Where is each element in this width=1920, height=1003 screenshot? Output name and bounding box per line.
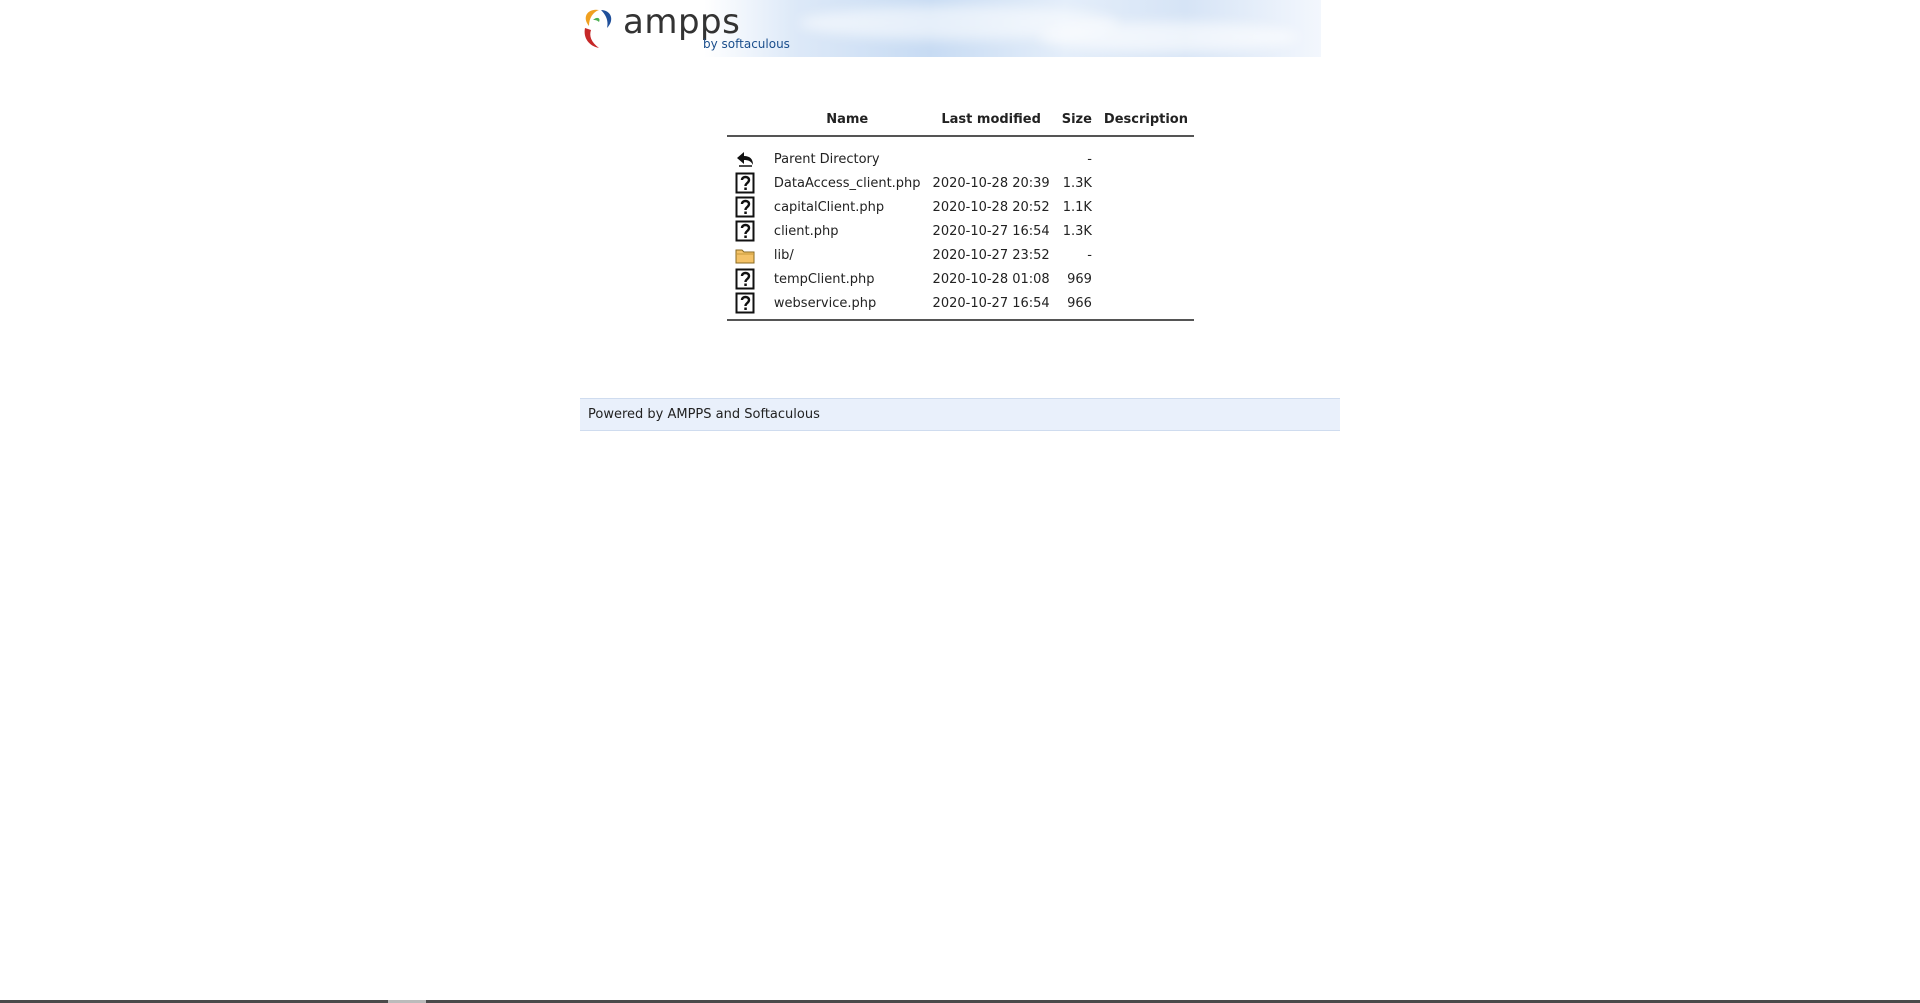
file-name-cell: capitalClient.php (768, 195, 927, 219)
footer-and: and (711, 407, 745, 422)
file-name-cell: lib/ (768, 243, 927, 267)
table-row: tempClient.php 2020-10-28 01:08 969 (727, 267, 1194, 291)
unknown-file-icon (735, 220, 755, 242)
size-cell: - (1087, 151, 1092, 167)
file-link[interactable]: client.php (774, 224, 839, 239)
last-modified-cell: 2020-10-28 20:52 (932, 199, 1050, 215)
file-name-cell: tempClient.php (768, 267, 927, 291)
sort-by-date-link[interactable]: Last modified (941, 112, 1041, 127)
table-row: Parent Directory - (727, 147, 1194, 171)
table-row: DataAccess_client.php 2020-10-28 20:39 1.3… (727, 171, 1194, 195)
description-cell (1098, 171, 1194, 195)
footer-prefix: Powered by (588, 407, 668, 422)
logo-text: ampps (623, 2, 741, 42)
row-icon-cell (727, 171, 768, 195)
file-name-cell: DataAccess_client.php (768, 171, 927, 195)
description-cell (1098, 219, 1194, 243)
last-modified-cell: 2020-10-28 20:39 (932, 175, 1050, 191)
file-link[interactable]: Parent Directory (774, 152, 880, 167)
ampps-logo-icon (584, 9, 612, 48)
size-cell: 1.3K (1062, 223, 1092, 239)
table-row: client.php 2020-10-27 16:54 1.3K (727, 219, 1194, 243)
file-link[interactable]: lib/ (774, 248, 794, 263)
unknown-file-icon (735, 196, 755, 218)
description-cell (1098, 195, 1194, 219)
file-link[interactable]: DataAccess_client.php (774, 176, 921, 191)
size-column-header[interactable]: Size (1056, 106, 1098, 135)
page: ampps by softaculous Name Last modified … (0, 0, 1920, 1003)
unknown-file-icon (735, 292, 755, 314)
row-icon-cell (727, 195, 768, 219)
size-cell: 969 (1067, 271, 1092, 287)
powered-by-footer: Powered by AMPPS and Softaculous (580, 398, 1340, 431)
ampps-link[interactable]: AMPPS (667, 407, 711, 422)
size-cell: 1.3K (1062, 175, 1092, 191)
row-icon-cell (727, 243, 768, 267)
header-banner: ampps by softaculous (569, 0, 1321, 57)
description-cell (1098, 291, 1194, 315)
row-icon-cell (727, 219, 768, 243)
last-modified-cell: 2020-10-28 01:08 (932, 271, 1050, 287)
back-arrow-icon (735, 148, 755, 170)
file-name-cell: webservice.php (768, 291, 927, 315)
description-cell (1098, 147, 1194, 171)
unknown-file-icon (735, 268, 755, 290)
sort-by-description-link[interactable]: Description (1104, 112, 1188, 127)
sort-by-name-link[interactable]: Name (826, 112, 868, 127)
last-modified-cell: 2020-10-27 23:52 (932, 247, 1050, 263)
row-icon-cell (727, 147, 768, 171)
folder-icon (735, 244, 755, 266)
table-row: webservice.php 2020-10-27 16:54 966 (727, 291, 1194, 315)
last-modified-cell: 2020-10-27 16:54 (932, 295, 1050, 311)
icon-column-header (727, 106, 768, 135)
table-row: capitalClient.php 2020-10-28 20:52 1.1K (727, 195, 1194, 219)
footer-divider (727, 319, 1194, 321)
description-column-header[interactable]: Description (1098, 106, 1194, 135)
name-column-header[interactable]: Name (768, 106, 927, 135)
softaculous-link[interactable]: Softaculous (744, 407, 820, 422)
unknown-file-icon (735, 172, 755, 194)
size-cell: - (1087, 247, 1092, 263)
file-link[interactable]: capitalClient.php (774, 200, 884, 215)
last-modified-column-header[interactable]: Last modified (927, 106, 1056, 135)
directory-listing: Name Last modified Size Description Pare… (727, 106, 1194, 321)
file-name-cell: client.php (768, 219, 927, 243)
size-cell: 966 (1067, 295, 1092, 311)
row-icon-cell (727, 267, 768, 291)
listing-body: Parent Directory - DataAccess_client.php 20… (727, 147, 1194, 315)
file-name-cell: Parent Directory (768, 147, 927, 171)
last-modified-cell: 2020-10-27 16:54 (932, 223, 1050, 239)
file-link[interactable]: tempClient.php (774, 272, 875, 287)
table-row: lib/2020-10-27 23:52 - (727, 243, 1194, 267)
last-modified-cell (927, 147, 1056, 171)
sort-by-size-link[interactable]: Size (1062, 112, 1092, 127)
file-link[interactable]: webservice.php (774, 296, 876, 311)
description-cell (1098, 243, 1194, 267)
description-cell (1098, 267, 1194, 291)
size-cell: 1.1K (1062, 199, 1092, 215)
row-icon-cell (727, 291, 768, 315)
logo-subtitle: by softaculous (703, 37, 790, 51)
